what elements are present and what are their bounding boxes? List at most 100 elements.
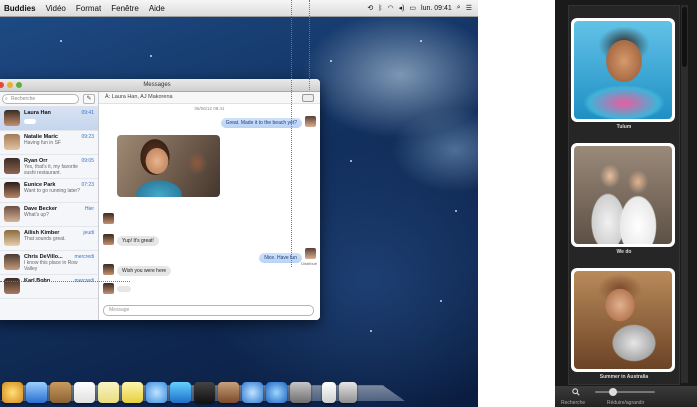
bluetooth-icon[interactable]: ᛒ bbox=[378, 5, 382, 12]
contact-name: Laura Han bbox=[24, 110, 51, 116]
facetime-icon[interactable] bbox=[170, 382, 191, 403]
itunes-icon[interactable] bbox=[242, 382, 263, 403]
trash-icon[interactable] bbox=[339, 382, 357, 403]
message-preview: What's up? bbox=[24, 212, 49, 218]
star bbox=[420, 40, 422, 42]
message-preview: Having fun in SF bbox=[24, 140, 61, 146]
photo-booth-toolbar: Recherche Réduire/agrandir bbox=[555, 386, 697, 407]
launchpad-icon[interactable] bbox=[26, 382, 47, 403]
avatar bbox=[4, 110, 20, 126]
star bbox=[350, 160, 352, 162]
message-placeholder: Message bbox=[109, 307, 130, 313]
time-machine-icon[interactable]: ⟲ bbox=[367, 4, 373, 12]
photo-caption: We do bbox=[616, 249, 632, 255]
compose-icon: ✎ bbox=[86, 96, 92, 102]
avatar bbox=[305, 116, 316, 127]
photo-thumbnail[interactable] bbox=[571, 143, 675, 247]
message-preview: I know this place in Row Valley bbox=[24, 260, 78, 272]
conversation-time: Hier bbox=[84, 206, 94, 212]
calendar-icon[interactable] bbox=[74, 382, 95, 403]
chat-pane: À: Laura Han, AJ Makorena 06/06/12 08:41… bbox=[99, 92, 320, 320]
conversation-item[interactable]: Dave Becker Hier What's up? bbox=[0, 203, 98, 227]
photo-image bbox=[574, 21, 672, 119]
menu-buddies[interactable]: Buddies bbox=[0, 4, 41, 13]
message-preview: Yes, that's it, my favorite sushi restau… bbox=[24, 164, 78, 176]
search-row: ⌕ Recherche ✎ bbox=[0, 92, 98, 107]
zoom-slider[interactable] bbox=[595, 388, 655, 396]
conversation-item[interactable]: Ryan Orr 09:05 Yes, that's it, my favori… bbox=[0, 155, 98, 179]
iphoto-icon[interactable] bbox=[218, 382, 239, 403]
conversation-item[interactable]: Karl Bohn mercredi bbox=[0, 275, 98, 299]
clock[interactable]: lun. 09:41 bbox=[421, 5, 452, 12]
avatar bbox=[4, 134, 20, 150]
scrollbar[interactable] bbox=[681, 5, 688, 383]
conversation-item[interactable]: Laura Han 09:41 bbox=[0, 107, 98, 131]
dock bbox=[2, 377, 402, 403]
photo-thumbnail[interactable] bbox=[571, 268, 675, 372]
conversation-item[interactable]: Chris DeVillo... mercredi I know this pl… bbox=[0, 251, 98, 275]
photo-thumbnail[interactable] bbox=[571, 18, 675, 122]
notes-icon[interactable] bbox=[98, 382, 119, 403]
avatar bbox=[4, 206, 20, 222]
menu-window[interactable]: Fenêtre bbox=[106, 4, 144, 13]
avatar bbox=[4, 182, 20, 198]
menu-format[interactable]: Format bbox=[71, 4, 106, 13]
zoom-button[interactable] bbox=[16, 82, 22, 88]
reminders-icon[interactable] bbox=[122, 382, 143, 403]
photo-image bbox=[574, 271, 672, 369]
star bbox=[455, 210, 457, 212]
star bbox=[330, 60, 332, 62]
photo-caption: Summer in Australia bbox=[599, 374, 649, 380]
menu-bar: Buddies Vidéo Format Fenêtre Aide ⟲ ᛒ ◠ … bbox=[0, 0, 478, 17]
photo-message[interactable] bbox=[117, 135, 220, 197]
messages-icon[interactable] bbox=[146, 382, 167, 403]
avatar bbox=[103, 213, 114, 224]
menu-video[interactable]: Vidéo bbox=[41, 4, 71, 13]
search-input[interactable]: ⌕ Recherche bbox=[2, 94, 79, 104]
app-store-icon[interactable] bbox=[266, 382, 287, 403]
battery-icon[interactable]: ▭ bbox=[409, 4, 416, 12]
conversation-time: 07:23 bbox=[81, 182, 94, 188]
callout-line bbox=[291, 0, 292, 267]
typing-indicator bbox=[117, 286, 131, 292]
window-titlebar[interactable]: Messages bbox=[0, 79, 320, 92]
photo-strip: Tulum We do Summer in Australia bbox=[568, 5, 680, 385]
photo-booth-icon[interactable] bbox=[194, 382, 215, 403]
zoom-slider-knob[interactable] bbox=[609, 388, 617, 396]
close-button[interactable] bbox=[0, 82, 4, 88]
message-input[interactable]: Message bbox=[103, 305, 314, 316]
conversation-time: jeudi bbox=[83, 230, 94, 236]
notification-center-icon[interactable]: ☰ bbox=[466, 4, 472, 12]
video-call-icon[interactable] bbox=[302, 94, 314, 102]
typing-indicator bbox=[24, 119, 36, 124]
minimize-button[interactable] bbox=[7, 82, 13, 88]
search-icon[interactable] bbox=[572, 388, 580, 396]
received-message: Wish you were here bbox=[117, 266, 172, 276]
spotlight-icon[interactable]: ⌕ bbox=[457, 4, 461, 12]
conversation-time: 09:23 bbox=[81, 134, 94, 140]
document-icon[interactable] bbox=[322, 382, 336, 403]
desktop: Buddies Vidéo Format Fenêtre Aide ⟲ ᛒ ◠ … bbox=[0, 0, 478, 407]
conversation-item[interactable]: Natalie Maric 09:23 Having fun in SF bbox=[0, 131, 98, 155]
received-message: Yup! It's great! bbox=[117, 236, 159, 246]
conversation-item[interactable]: Ailish Kimber jeudi That sounds great. bbox=[0, 227, 98, 251]
callout-line bbox=[309, 0, 310, 90]
conversation-item[interactable]: Eunice Park 07:23 Want to go running lat… bbox=[0, 179, 98, 203]
wifi-icon[interactable]: ◠ bbox=[387, 4, 393, 12]
system-preferences-icon[interactable] bbox=[290, 382, 311, 403]
sent-message: Great. Made it to the beach yet? bbox=[220, 118, 302, 128]
star bbox=[440, 300, 442, 302]
avatar bbox=[103, 264, 114, 275]
message-preview: Want to go running later? bbox=[24, 188, 80, 194]
callout-line bbox=[0, 281, 130, 282]
search-label: Recherche bbox=[561, 400, 586, 406]
compose-button[interactable]: ✎ bbox=[83, 94, 95, 104]
finder-icon[interactable] bbox=[2, 382, 23, 403]
scrollbar-thumb[interactable] bbox=[682, 7, 687, 67]
menu-help[interactable]: Aide bbox=[144, 4, 170, 13]
photo-booth-pane: Tulum We do Summer in Australia Recherch… bbox=[555, 0, 697, 407]
conversation-time: 09:41 bbox=[81, 110, 94, 116]
contacts-icon[interactable] bbox=[50, 382, 71, 403]
recipients-header: À: Laura Han, AJ Makorena bbox=[99, 92, 320, 104]
volume-icon[interactable]: ◂) bbox=[399, 4, 405, 12]
